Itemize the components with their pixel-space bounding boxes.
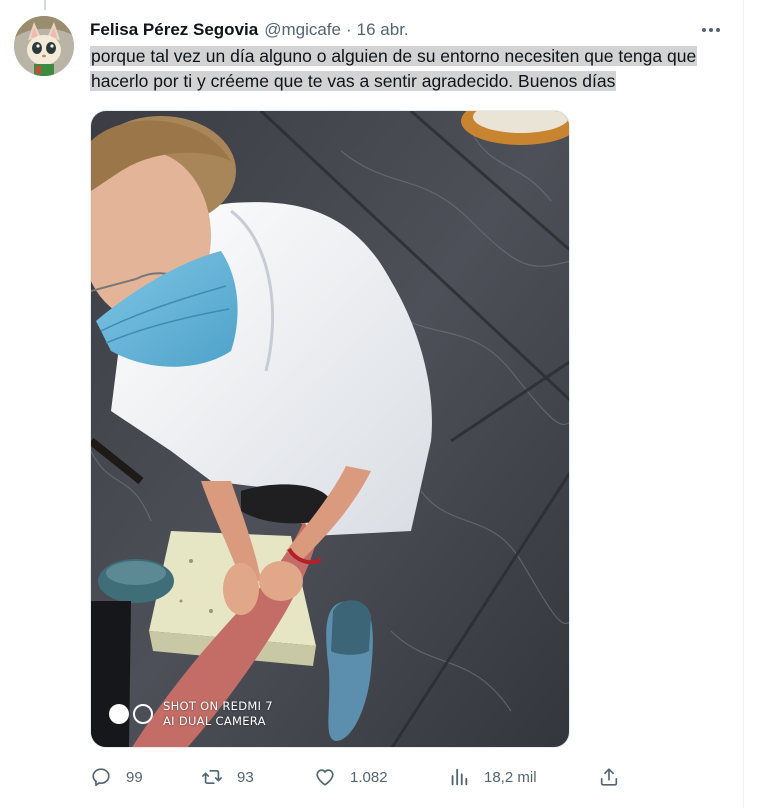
user-handle[interactable]: @mgicafe — [264, 20, 341, 40]
retweet-button[interactable]: 93 — [201, 762, 254, 792]
more-dots-icon[interactable] — [697, 18, 725, 42]
column-divider — [743, 0, 744, 808]
reply-button[interactable]: 99 — [90, 762, 143, 792]
tweet-action-bar: 99 93 1.082 18,2 mil — [90, 762, 630, 792]
camera-watermark: SHOT ON REDMI 7 AI DUAL CAMERA — [109, 699, 273, 729]
views-button[interactable]: 18,2 mil — [448, 762, 537, 792]
tweet-text-content: porque tal vez un día alguno o alguien d… — [90, 46, 698, 91]
tweet-timestamp[interactable]: 16 abr. — [357, 20, 409, 40]
views-chart-icon — [451, 768, 468, 786]
tweet-photo[interactable]: SHOT ON REDMI 7 AI DUAL CAMERA — [90, 110, 570, 748]
heart-icon — [316, 769, 334, 786]
tweet[interactable]: Felisa Pérez Segovia @mgicafe · 16 abr. … — [0, 0, 743, 808]
share-icon — [600, 768, 618, 786]
avatar-image — [14, 16, 74, 76]
like-count: 1.082 — [350, 768, 388, 786]
tweet-header: Felisa Pérez Segovia @mgicafe · 16 abr. — [90, 18, 409, 42]
like-button[interactable]: 1.082 — [314, 762, 388, 792]
watermark-line-2: AI DUAL CAMERA — [163, 714, 266, 728]
tweet-text: porque tal vez un día alguno o alguien d… — [90, 44, 726, 94]
watermark-line-1: SHOT ON REDMI 7 — [163, 699, 273, 713]
header-separator: · — [346, 20, 352, 39]
photo-image — [91, 111, 569, 747]
retweet-icon — [202, 769, 222, 785]
views-count: 18,2 mil — [484, 768, 537, 786]
reply-count: 99 — [126, 768, 143, 786]
avatar[interactable] — [14, 16, 74, 76]
share-button[interactable] — [598, 762, 620, 792]
retweet-count: 93 — [237, 768, 254, 786]
reply-icon — [92, 768, 110, 787]
watermark-circles-icon — [109, 704, 153, 724]
display-name[interactable]: Felisa Pérez Segovia — [90, 20, 258, 40]
